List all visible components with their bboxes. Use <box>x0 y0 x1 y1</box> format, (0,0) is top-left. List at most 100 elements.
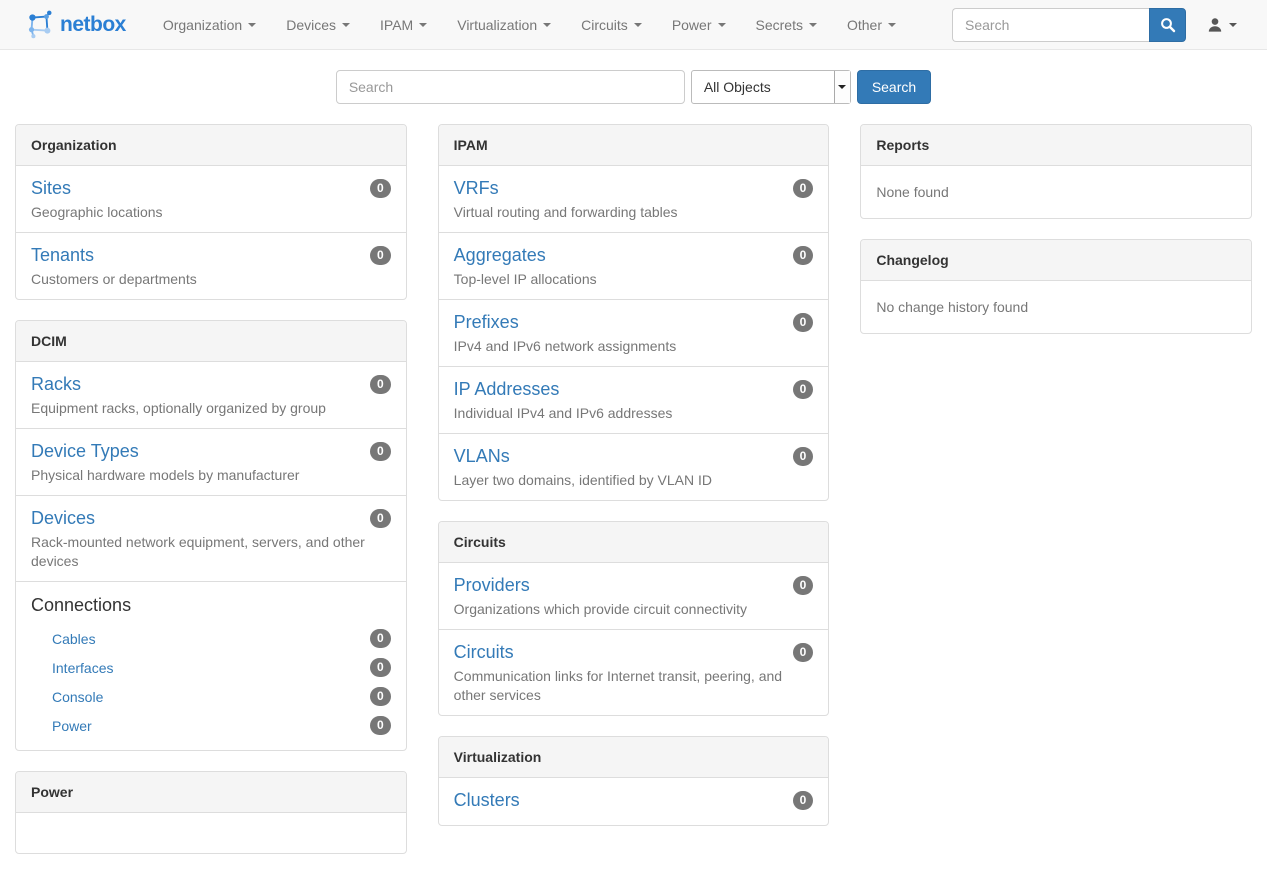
count-badge: 0 <box>370 179 391 198</box>
item-description: Communication links for Internet transit… <box>454 667 814 705</box>
netbox-logo[interactable]: netbox <box>25 0 126 49</box>
link-cables[interactable]: Cables <box>52 631 96 647</box>
count-badge: 0 <box>370 716 391 735</box>
link-circuits[interactable]: Circuits <box>454 641 514 663</box>
item-description: Customers or departments <box>31 270 391 289</box>
select-arrow-icon <box>834 71 850 103</box>
connections-section: Connections Cables 0 Interfaces 0 Consol… <box>16 581 406 750</box>
global-search-input[interactable] <box>336 70 685 104</box>
panel-title: Virtualization <box>439 737 829 778</box>
menu-secrets[interactable]: Secrets <box>741 0 832 49</box>
menu-label: Other <box>847 17 882 33</box>
menu-organization[interactable]: Organization <box>148 0 271 49</box>
panel-organization: Organization 0 Sites Geographic location… <box>15 124 407 300</box>
link-clusters[interactable]: Clusters <box>454 789 520 811</box>
chevron-down-icon <box>342 23 350 27</box>
menu-devices[interactable]: Devices <box>271 0 365 49</box>
link-vrfs[interactable]: VRFs <box>454 177 499 199</box>
link-tenants[interactable]: Tenants <box>31 244 94 266</box>
menu-label: IPAM <box>380 17 413 33</box>
count-badge: 0 <box>793 791 814 810</box>
count-badge: 0 <box>370 658 391 677</box>
menu-power[interactable]: Power <box>657 0 741 49</box>
link-prefixes[interactable]: Prefixes <box>454 311 519 333</box>
count-badge: 0 <box>793 447 814 466</box>
link-device-types[interactable]: Device Types <box>31 440 139 462</box>
panel-title: DCIM <box>16 321 406 362</box>
panel-title: IPAM <box>439 125 829 166</box>
user-icon <box>1207 17 1223 33</box>
link-sites[interactable]: Sites <box>31 177 71 199</box>
search-scope-select[interactable]: All Objects <box>691 70 851 104</box>
menu-other[interactable]: Other <box>832 0 911 49</box>
brand-name: netbox <box>60 13 126 37</box>
chevron-down-icon <box>543 23 551 27</box>
menu-circuits[interactable]: Circuits <box>566 0 657 49</box>
netbox-logo-icon <box>25 10 53 40</box>
item-description: Physical hardware models by manufacturer <box>31 466 391 485</box>
panel-title: Power <box>16 772 406 813</box>
panel-changelog: Changelog No change history found <box>860 239 1252 334</box>
list-item: Power 0 <box>31 711 391 740</box>
link-vlans[interactable]: VLANs <box>454 445 510 467</box>
empty-state-text: No change history found <box>861 281 1251 333</box>
count-badge: 0 <box>793 380 814 399</box>
panel-virtualization: Virtualization 0 Clusters <box>438 736 830 826</box>
chevron-down-icon <box>248 23 256 27</box>
list-item: 0 Sites Geographic locations <box>16 166 406 232</box>
menu-virtualization[interactable]: Virtualization <box>442 0 566 49</box>
list-item: 0 IP Addresses Individual IPv4 and IPv6 … <box>439 366 829 433</box>
list-item: 0 Prefixes IPv4 and IPv6 network assignm… <box>439 299 829 366</box>
connections-heading: Connections <box>31 594 391 616</box>
list-item: 0 Circuits Communication links for Inter… <box>439 629 829 715</box>
link-power-connections[interactable]: Power <box>52 718 92 734</box>
link-console[interactable]: Console <box>52 689 103 705</box>
item-description: Geographic locations <box>31 203 391 222</box>
global-search-button[interactable]: Search <box>857 70 931 104</box>
item-description: IPv4 and IPv6 network assignments <box>454 337 814 356</box>
panel-power: Power <box>15 771 407 854</box>
item-description: Equipment racks, optionally organized by… <box>31 399 391 418</box>
panel-circuits: Circuits 0 Providers Organizations which… <box>438 521 830 716</box>
column-right: Reports None found Changelog No change h… <box>860 124 1252 354</box>
navbar-search-button[interactable] <box>1149 8 1186 42</box>
dashboard: Organization 0 Sites Geographic location… <box>0 124 1267 874</box>
navbar-search-input[interactable] <box>952 8 1149 42</box>
link-aggregates[interactable]: Aggregates <box>454 244 546 266</box>
panel-reports: Reports None found <box>860 124 1252 219</box>
chevron-down-icon <box>718 23 726 27</box>
count-badge: 0 <box>793 576 814 595</box>
count-badge: 0 <box>370 442 391 461</box>
item-description: Top-level IP allocations <box>454 270 814 289</box>
panel-body <box>16 813 406 853</box>
list-item: 0 Aggregates Top-level IP allocations <box>439 232 829 299</box>
link-providers[interactable]: Providers <box>454 574 530 596</box>
count-badge: 0 <box>370 629 391 648</box>
panel-title: Organization <box>16 125 406 166</box>
count-badge: 0 <box>793 643 814 662</box>
item-description: Organizations which provide circuit conn… <box>454 600 814 619</box>
count-badge: 0 <box>793 313 814 332</box>
main-menu: Organization Devices IPAM Virtualization… <box>148 0 911 49</box>
link-ip-addresses[interactable]: IP Addresses <box>454 378 560 400</box>
menu-ipam[interactable]: IPAM <box>365 0 442 49</box>
panel-title: Changelog <box>861 240 1251 281</box>
list-item: 0 Clusters <box>439 778 829 825</box>
list-item: 0 VRFs Virtual routing and forwarding ta… <box>439 166 829 232</box>
list-item: Cables 0 <box>31 624 391 653</box>
chevron-down-icon <box>888 23 896 27</box>
count-badge: 0 <box>370 509 391 528</box>
list-item: 0 Providers Organizations which provide … <box>439 563 829 629</box>
count-badge: 0 <box>793 179 814 198</box>
link-interfaces[interactable]: Interfaces <box>52 660 113 676</box>
chevron-down-icon <box>419 23 427 27</box>
link-racks[interactable]: Racks <box>31 373 81 395</box>
user-menu[interactable] <box>1202 17 1242 33</box>
link-devices[interactable]: Devices <box>31 507 95 529</box>
list-item: Console 0 <box>31 682 391 711</box>
chevron-down-icon <box>809 23 817 27</box>
item-description: Virtual routing and forwarding tables <box>454 203 814 222</box>
panel-dcim: DCIM 0 Racks Equipment racks, optionally… <box>15 320 407 751</box>
count-badge: 0 <box>370 375 391 394</box>
list-item: 0 VLANs Layer two domains, identified by… <box>439 433 829 500</box>
